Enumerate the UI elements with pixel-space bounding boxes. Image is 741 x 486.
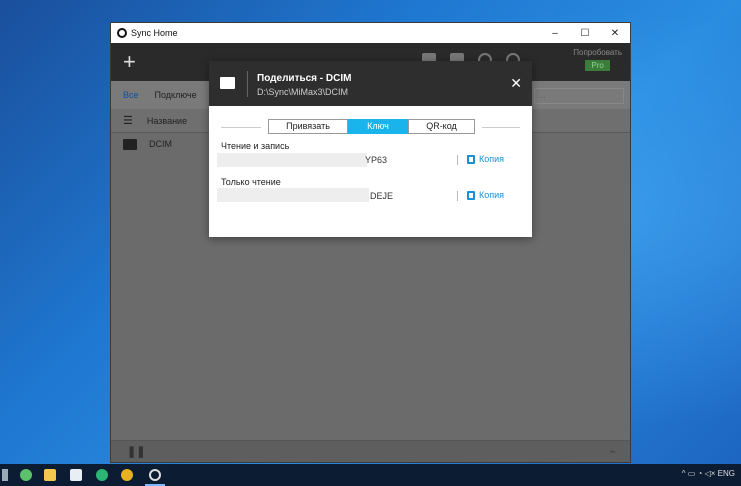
tab-all[interactable]: Все [123,90,139,100]
copy-icon [467,154,475,164]
divider [221,127,261,128]
explorer-icon[interactable] [44,469,56,481]
skype-icon[interactable] [96,469,108,481]
column-name-header[interactable]: Название [147,116,187,126]
copy-label: Копия [479,190,505,200]
activity-icon[interactable]: ⌁ [609,445,616,458]
folder-icon [123,138,137,150]
copy-label: Копия [479,154,505,164]
divider [482,127,520,128]
read-only-key-field[interactable] [217,188,369,202]
maximize-button[interactable]: ☐ [570,28,600,39]
copy-read-only-button[interactable]: Копия [467,190,504,200]
read-write-key-tail: YP63 [365,155,388,165]
pro-badge: Pro [585,60,610,71]
header-divider [247,71,248,97]
taskbar: ^ ▭ ◔ ◁× ENG [0,464,741,486]
copy-icon [467,190,475,200]
store-icon[interactable] [70,469,82,481]
folder-name: DCIM [149,139,172,149]
copy-read-write-button[interactable]: Копия [467,154,504,164]
read-only-key-tail: DEJE [370,191,394,201]
chrome-icon[interactable] [121,469,133,481]
try-pro-block[interactable]: Попробовать Pro [573,48,622,71]
read-only-label: Только чтение [221,177,281,187]
system-tray[interactable]: ^ ▭ ◔ ◁× ENG [682,469,735,478]
divider [457,155,458,165]
sort-icon[interactable]: ☰ [123,114,133,127]
dialog-path: D:\Sync\MiMax3\DCIM [257,87,349,97]
close-icon[interactable]: ✕ [510,75,522,92]
close-button[interactable]: ✕ [600,28,630,39]
add-folder-button[interactable]: + [123,49,136,75]
folder-icon [220,77,235,89]
title-bar: Sync Home – ☐ ✕ [111,23,630,43]
pause-icon[interactable]: ❚❚ [127,445,145,458]
try-label: Попробовать [573,48,622,57]
task-view-icon[interactable] [2,469,8,481]
share-dialog: Поделиться - DCIM D:\Sync\MiMax3\DCIM ✕ … [209,61,532,237]
share-tabs: Привязать Ключ QR-код [268,119,475,134]
dialog-header: Поделиться - DCIM D:\Sync\MiMax3\DCIM ✕ [209,61,532,106]
sync-app-icon[interactable] [149,469,161,481]
read-write-label: Чтение и запись [221,141,290,151]
window-title: Sync Home [131,28,178,38]
app-logo-icon [117,28,127,38]
minimize-button[interactable]: – [540,28,570,39]
search-input[interactable]: ... [534,88,624,104]
divider [457,191,458,201]
tab-link[interactable]: Привязать [268,119,348,134]
read-write-key-field[interactable] [217,153,367,167]
app-icon[interactable] [20,469,32,481]
tab-key[interactable]: Ключ [348,119,408,134]
dialog-title: Поделиться - DCIM [257,73,352,84]
status-bar: ❚❚ ⌁ [111,440,630,462]
tab-connected[interactable]: Подключе [155,90,197,100]
tab-qr-code[interactable]: QR-код [408,119,475,134]
